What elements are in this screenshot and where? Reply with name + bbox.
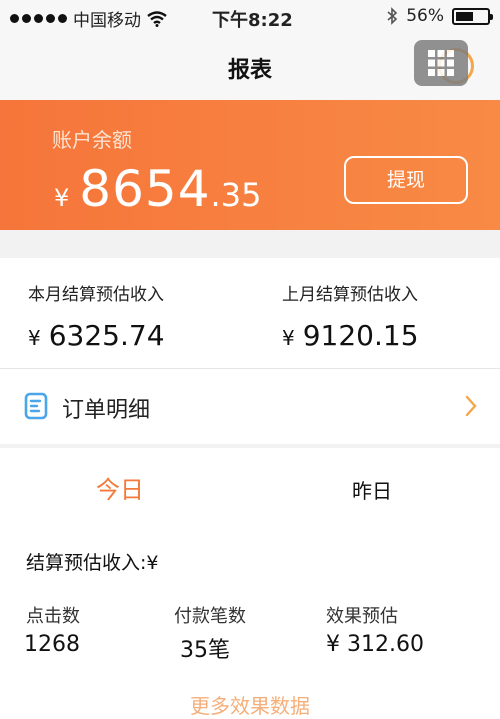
order-detail-label: 订单明细 <box>62 398 151 423</box>
status-bar: 中国移动 下午8:22 56% <box>0 0 500 34</box>
order-document-icon <box>24 392 48 420</box>
balance-amount-integer: 8654 <box>79 160 211 218</box>
balance-card: 账户余额 ¥ 8654 .35 提现 <box>0 100 500 230</box>
last-month-amount: 9120.15 <box>302 319 419 352</box>
tab-today[interactable]: 今日 <box>96 470 144 505</box>
balance-amount: ¥ 8654 .35 <box>54 160 261 218</box>
floating-grid-button[interactable] <box>414 40 468 86</box>
effect-estimate-value: ¥ 312.60 <box>326 632 424 657</box>
bluetooth-icon <box>387 7 398 25</box>
status-time: 下午8:22 <box>212 10 293 31</box>
section-separator <box>0 444 500 448</box>
payments-label: 付款笔数 <box>174 606 246 627</box>
battery-group: 56% <box>386 6 493 26</box>
grid-icon <box>428 50 454 76</box>
signal-strength-icon <box>10 14 67 23</box>
last-month-income-value: ¥ 9120.15 <box>282 319 419 352</box>
this-month-currency: ¥ <box>28 326 41 350</box>
order-detail-row[interactable]: 订单明细 <box>0 368 500 444</box>
wifi-icon <box>147 10 167 27</box>
last-month-currency: ¥ <box>282 326 295 350</box>
clicks-value: 1268 <box>24 632 80 657</box>
battery-icon <box>452 7 493 25</box>
tab-yesterday[interactable]: 昨日 <box>352 475 392 504</box>
carrier-name: 中国移动 <box>73 11 141 31</box>
nav-bar: 报表 <box>0 34 500 100</box>
this-month-income-value: ¥ 6325.74 <box>28 319 165 352</box>
battery-percent: 56% <box>406 6 444 26</box>
battery-level <box>456 11 473 21</box>
balance-currency: ¥ <box>54 184 70 212</box>
this-month-income-label: 本月结算预估收入 <box>28 285 164 305</box>
effect-estimate-label: 效果预估 <box>326 606 398 627</box>
this-month-income: 本月结算预估收入 ¥ 6325.74 <box>28 280 165 352</box>
this-month-amount: 6325.74 <box>48 319 165 352</box>
last-month-income-label: 上月结算预估收入 <box>282 285 418 305</box>
settlement-estimate-label: 结算预估收入:¥ <box>26 552 159 574</box>
balance-label: 账户余额 <box>52 128 132 152</box>
withdraw-button[interactable]: 提现 <box>344 156 468 204</box>
carrier-group: 中国移动 <box>10 6 167 31</box>
balance-amount-decimal: .35 <box>210 176 262 214</box>
chevron-right-icon <box>465 395 477 417</box>
section-separator <box>0 230 500 258</box>
more-data-link[interactable]: 更多效果数据 <box>0 690 500 719</box>
last-month-income: 上月结算预估收入 ¥ 9120.15 <box>282 280 419 352</box>
payments-value: 35笔 <box>180 638 230 663</box>
clicks-label: 点击数 <box>26 606 80 627</box>
